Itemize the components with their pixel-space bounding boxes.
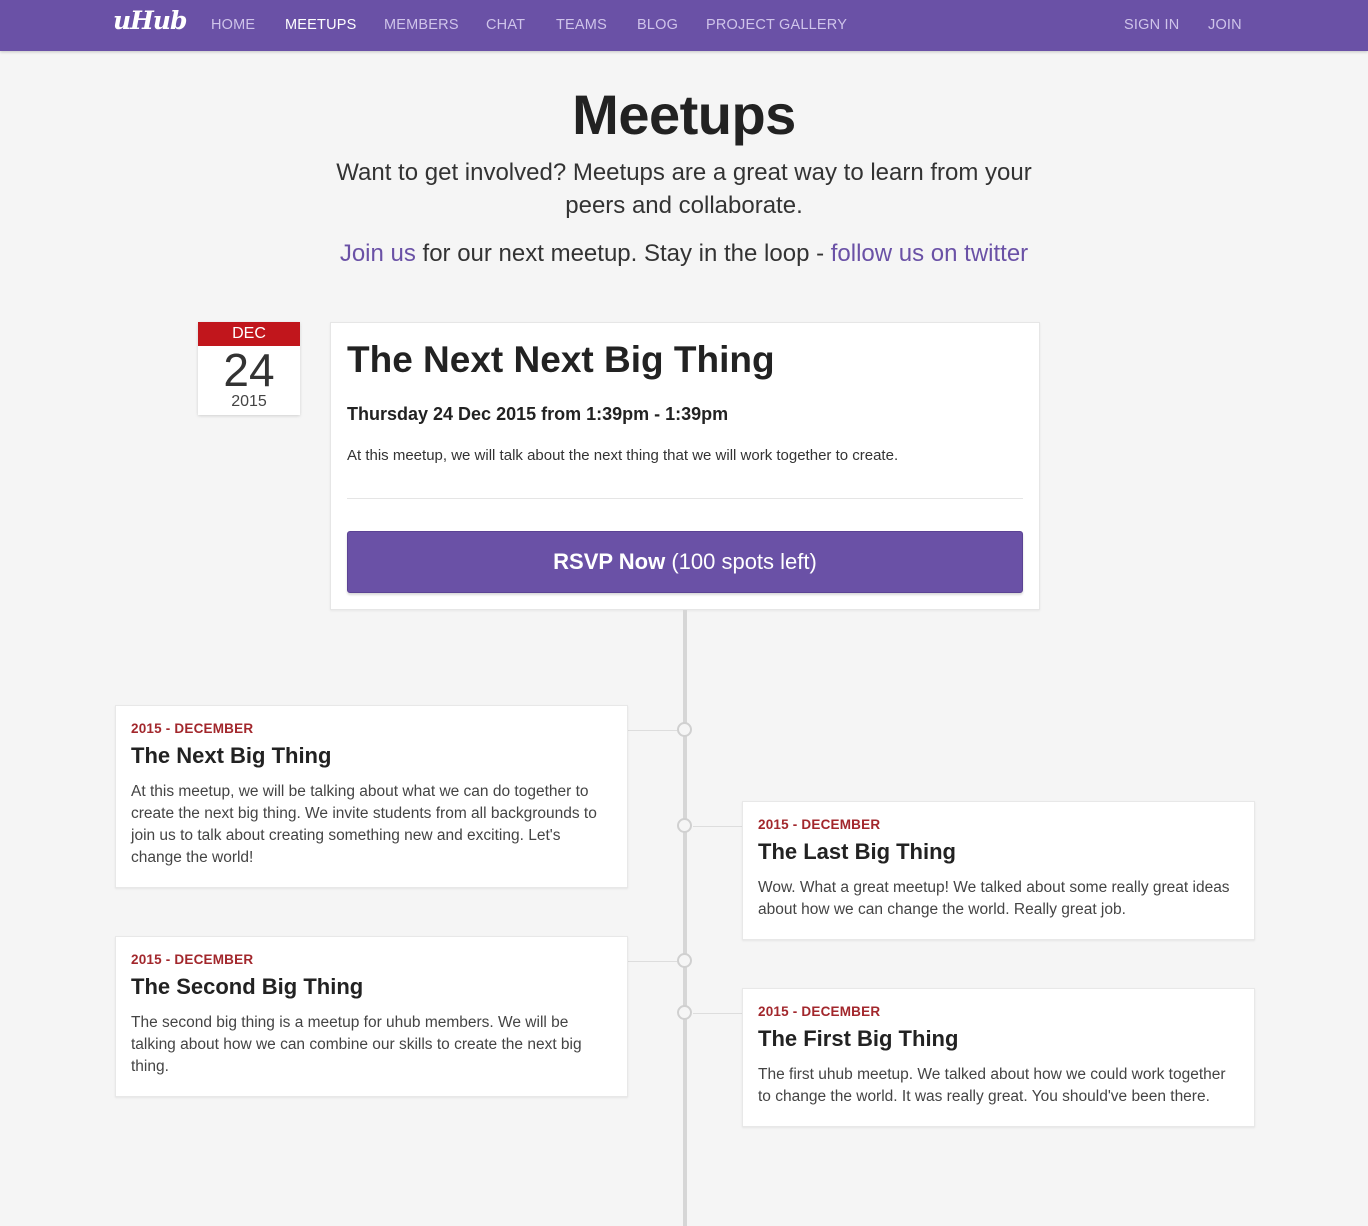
rsvp-button[interactable]: RSVP Now (100 spots left) xyxy=(347,531,1023,593)
date-day: 24 xyxy=(223,344,275,396)
timeline-card-date: 2015 - DECEMBER xyxy=(758,1004,881,1019)
timeline-card-second-big-thing[interactable]: 2015 - DECEMBER The Second Big Thing The… xyxy=(115,936,628,1097)
rsvp-label: RSVP Now xyxy=(553,549,666,574)
timeline-card-description: The first uhub meetup. We talked about h… xyxy=(758,1066,1226,1105)
timeline-card-description: At this meetup, we will be talking about… xyxy=(131,783,597,866)
timeline-card-date: 2015 - DECEMBER xyxy=(758,817,881,832)
navbar: uHub HOME MEETUPS MEMBERS CHAT TEAMS BLO… xyxy=(0,0,1368,51)
nav-project-gallery[interactable]: PROJECT GALLERY xyxy=(706,17,847,33)
timeline-card-next-big-thing[interactable]: 2015 - DECEMBER The Next Big Thing At th… xyxy=(115,705,628,888)
nav-home[interactable]: HOME xyxy=(211,17,255,33)
timeline-card-last-big-thing[interactable]: 2015 - DECEMBER The Last Big Thing Wow. … xyxy=(742,801,1255,940)
timeline-card-description: The second big thing is a meetup for uhu… xyxy=(131,1014,582,1075)
cta-text: for our next meetup. Stay in the loop - xyxy=(415,240,831,267)
timeline-connector xyxy=(628,961,677,962)
timeline-card-title: The Next Big Thing xyxy=(131,743,332,768)
timeline-card-date: 2015 - DECEMBER xyxy=(131,952,254,967)
timeline-dot xyxy=(677,953,692,968)
timeline-dot xyxy=(677,1005,692,1020)
timeline-connector xyxy=(693,1013,742,1014)
timeline-connector xyxy=(693,826,742,827)
featured-description: At this meetup, we will talk about the n… xyxy=(347,447,899,464)
nav-chat[interactable]: CHAT xyxy=(486,17,525,33)
rsvp-spots: (100 spots left) xyxy=(665,549,817,574)
page-title: Meetups xyxy=(572,83,796,146)
timeline-connector xyxy=(628,730,677,731)
timeline-card-title: The Second Big Thing xyxy=(131,974,364,999)
timeline-dot xyxy=(677,818,692,833)
divider xyxy=(347,498,1023,499)
date-badge: DEC 24 2015 xyxy=(198,322,300,415)
timeline-card-title: The Last Big Thing xyxy=(758,839,956,864)
nav-sign-in[interactable]: SIGN IN xyxy=(1124,17,1179,33)
page-lead: Want to get involved? Meetups are a grea… xyxy=(336,159,1032,219)
featured-meetup-card: The Next Next Big Thing Thursday 24 Dec … xyxy=(330,322,1040,610)
nav-join[interactable]: JOIN xyxy=(1208,17,1242,33)
nav-teams[interactable]: TEAMS xyxy=(556,17,607,33)
featured-datetime: Thursday 24 Dec 2015 from 1:39pm - 1:39p… xyxy=(347,404,729,424)
twitter-link[interactable]: follow us on twitter xyxy=(831,240,1028,267)
timeline-card-first-big-thing[interactable]: 2015 - DECEMBER The First Big Thing The … xyxy=(742,988,1255,1127)
timeline-card-date: 2015 - DECEMBER xyxy=(131,721,254,736)
timeline-card-title: The First Big Thing xyxy=(758,1026,959,1051)
date-month: DEC xyxy=(198,322,300,346)
nav-blog[interactable]: BLOG xyxy=(637,17,678,33)
timeline-card-description: Wow. What a great meetup! We talked abou… xyxy=(758,879,1230,918)
timeline-line xyxy=(683,610,687,1226)
nav-members[interactable]: MEMBERS xyxy=(384,17,459,33)
cta-line: Join us for our next meetup. Stay in the… xyxy=(0,240,1368,268)
brand-logo[interactable]: uHub xyxy=(113,6,187,35)
timeline-dot xyxy=(677,722,692,737)
nav-meetups[interactable]: MEETUPS xyxy=(285,17,357,33)
date-year: 2015 xyxy=(231,393,267,410)
featured-title: The Next Next Big Thing xyxy=(347,339,775,380)
join-us-link[interactable]: Join us xyxy=(340,240,416,267)
